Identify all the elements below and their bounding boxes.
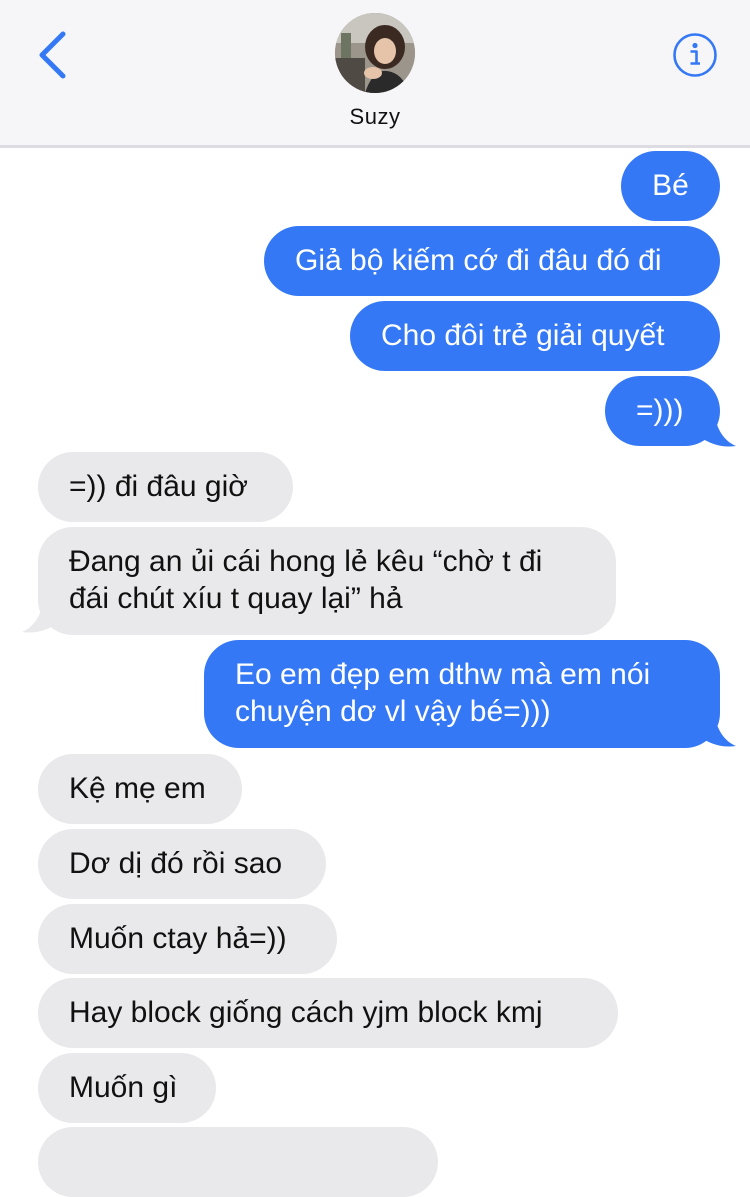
message-bubble-sent[interactable]: Giả bộ kiếm cớ đi đâu đó đi: [264, 226, 720, 296]
message-bubble-received[interactable]: Muốn gì: [38, 1053, 216, 1123]
avatar[interactable]: [335, 13, 415, 93]
bubble-tail: [700, 411, 736, 447]
message-bubble-received[interactable]: Dơ dị đó rồi sao: [38, 829, 326, 899]
info-button[interactable]: [672, 32, 718, 78]
message-bubble-received[interactable]: Kệ mẹ em: [38, 754, 242, 824]
info-icon: [673, 33, 717, 77]
conversation-header: Suzy: [0, 0, 750, 148]
message-thread[interactable]: Bé Giả bộ kiếm cớ đi đâu đó đi Cho đôi t…: [0, 148, 750, 1197]
back-button[interactable]: [30, 28, 80, 84]
bubble-tail: [22, 597, 58, 633]
message-bubble-sent[interactable]: Eo em đẹp em dthw mà em nói chuyện dơ vl…: [204, 640, 720, 748]
contact-photo: [335, 13, 415, 93]
bubble-tail: [700, 711, 736, 747]
message-bubble-received[interactable]: Muốn ctay hả=)): [38, 904, 337, 974]
message-bubble-received-partial[interactable]: [38, 1127, 438, 1197]
message-bubble-sent[interactable]: Cho đôi trẻ giải quyết: [350, 301, 720, 371]
chevron-left-icon: [39, 31, 66, 79]
message-bubble-received[interactable]: Hay block giống cách yjm block kmj: [38, 978, 618, 1048]
message-bubble-sent[interactable]: Bé: [621, 151, 720, 221]
message-bubble-received[interactable]: Đang an ủi cái hong lẻ kêu “chờ t đi đái…: [38, 527, 616, 635]
message-bubble-received[interactable]: =)) đi đâu giờ: [38, 452, 293, 522]
contact-name[interactable]: Suzy: [275, 104, 475, 130]
